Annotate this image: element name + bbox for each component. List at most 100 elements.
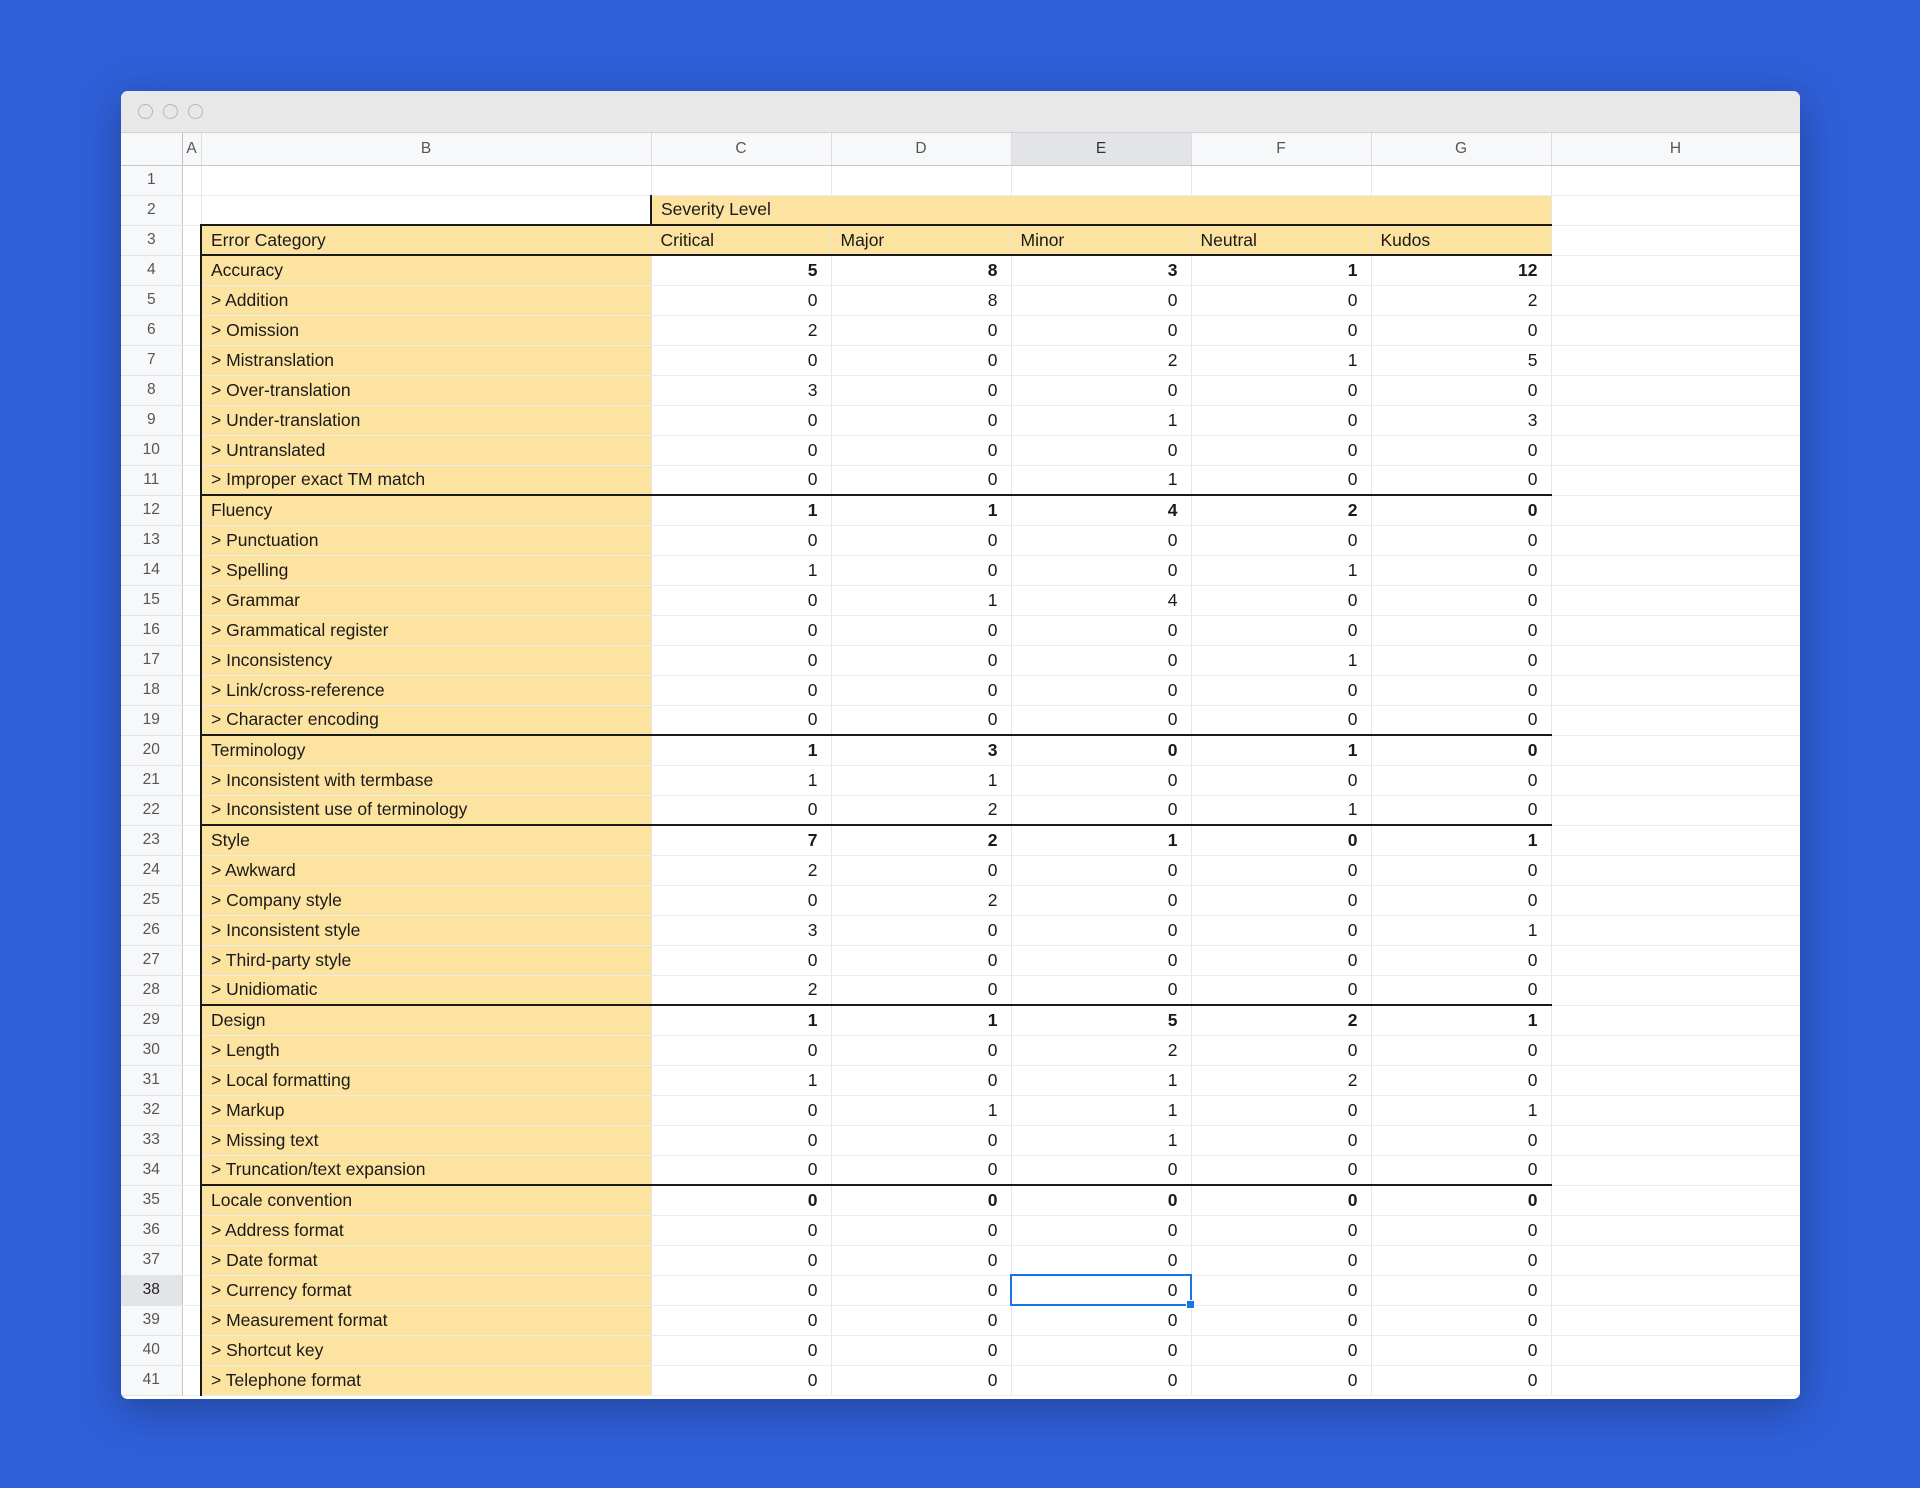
cell-G33[interactable]: 0: [1371, 1125, 1552, 1156]
cell-D17[interactable]: 0: [831, 645, 1012, 676]
column-header-D[interactable]: D: [831, 133, 1012, 166]
row-header-16[interactable]: 16: [121, 615, 183, 646]
cell-B11-label[interactable]: > Improper exact TM match: [200, 465, 652, 496]
cell-H36[interactable]: [1551, 1215, 1800, 1246]
cell-F32[interactable]: 0: [1191, 1095, 1372, 1126]
cell-H30[interactable]: [1551, 1035, 1800, 1066]
cell-A13[interactable]: [182, 525, 202, 556]
cell-A1[interactable]: [182, 165, 202, 196]
cell-G32[interactable]: 1: [1371, 1095, 1552, 1126]
cell-F16[interactable]: 0: [1191, 615, 1372, 646]
cell-C1[interactable]: [651, 165, 832, 196]
cell-B1[interactable]: [201, 165, 652, 196]
row-header-30[interactable]: 30: [121, 1035, 183, 1066]
cell-A36[interactable]: [182, 1215, 202, 1246]
cell-D35[interactable]: 0: [831, 1184, 1012, 1216]
column-header-E[interactable]: E: [1011, 133, 1192, 166]
cell-E38[interactable]: 0: [1011, 1275, 1192, 1306]
row-header-21[interactable]: 21: [121, 765, 183, 796]
cell-B13-label[interactable]: > Punctuation: [200, 525, 652, 556]
cell-G27[interactable]: 0: [1371, 945, 1552, 976]
minimize-icon[interactable]: [163, 104, 178, 119]
cell-H6[interactable]: [1551, 315, 1800, 346]
cell-H39[interactable]: [1551, 1305, 1800, 1336]
cell-D33[interactable]: 0: [831, 1125, 1012, 1156]
cell-D3-severity-major[interactable]: Major: [831, 224, 1012, 256]
cell-A27[interactable]: [182, 945, 202, 976]
cell-E19[interactable]: 0: [1011, 705, 1192, 736]
cell-D31[interactable]: 0: [831, 1065, 1012, 1096]
cell-A17[interactable]: [182, 645, 202, 676]
cell-C10[interactable]: 0: [651, 435, 832, 466]
cell-E20[interactable]: 0: [1011, 734, 1192, 766]
cell-H20[interactable]: [1551, 735, 1800, 766]
cell-F22[interactable]: 1: [1191, 795, 1372, 826]
row-header-26[interactable]: 26: [121, 915, 183, 946]
cell-E24[interactable]: 0: [1011, 855, 1192, 886]
cell-H18[interactable]: [1551, 675, 1800, 706]
cell-H21[interactable]: [1551, 765, 1800, 796]
cell-H2[interactable]: [1551, 195, 1800, 226]
cell-C28[interactable]: 2: [651, 975, 832, 1006]
cell-H38[interactable]: [1551, 1275, 1800, 1306]
cell-B34-label[interactable]: > Truncation/text expansion: [200, 1155, 652, 1186]
cell-D37[interactable]: 0: [831, 1245, 1012, 1276]
cell-A6[interactable]: [182, 315, 202, 346]
cell-E9[interactable]: 1: [1011, 405, 1192, 436]
cell-F3-severity-neutral[interactable]: Neutral: [1191, 224, 1372, 256]
cell-B32-label[interactable]: > Markup: [200, 1095, 652, 1126]
row-header-15[interactable]: 15: [121, 585, 183, 616]
cell-F5[interactable]: 0: [1191, 285, 1372, 316]
cell-B12-label[interactable]: Fluency: [200, 494, 652, 526]
cell-F15[interactable]: 0: [1191, 585, 1372, 616]
row-header-35[interactable]: 35: [121, 1185, 183, 1216]
cell-H13[interactable]: [1551, 525, 1800, 556]
cell-F31[interactable]: 2: [1191, 1065, 1372, 1096]
row-header-39[interactable]: 39: [121, 1305, 183, 1336]
cell-F36[interactable]: 0: [1191, 1215, 1372, 1246]
row-header-13[interactable]: 13: [121, 525, 183, 556]
cell-G25[interactable]: 0: [1371, 885, 1552, 916]
row-header-29[interactable]: 29: [121, 1005, 183, 1036]
row-header-9[interactable]: 9: [121, 405, 183, 436]
cell-C35[interactable]: 0: [651, 1184, 832, 1216]
cell-F20[interactable]: 1: [1191, 734, 1372, 766]
cell-G39[interactable]: 0: [1371, 1305, 1552, 1336]
cell-H22[interactable]: [1551, 795, 1800, 826]
cell-E12[interactable]: 4: [1011, 494, 1192, 526]
cell-G9[interactable]: 3: [1371, 405, 1552, 436]
cell-F11[interactable]: 0: [1191, 465, 1372, 496]
cell-D29[interactable]: 1: [831, 1004, 1012, 1036]
cell-C38[interactable]: 0: [651, 1275, 832, 1306]
cell-D6[interactable]: 0: [831, 315, 1012, 346]
cell-B33-label[interactable]: > Missing text: [200, 1125, 652, 1156]
cell-G8[interactable]: 0: [1371, 375, 1552, 406]
cell-H35[interactable]: [1551, 1185, 1800, 1216]
cell-G1[interactable]: [1371, 165, 1552, 196]
cell-F29[interactable]: 2: [1191, 1004, 1372, 1036]
cell-D14[interactable]: 0: [831, 555, 1012, 586]
cell-H23[interactable]: [1551, 825, 1800, 856]
cell-D39[interactable]: 0: [831, 1305, 1012, 1336]
cell-D18[interactable]: 0: [831, 675, 1012, 706]
cell-A25[interactable]: [182, 885, 202, 916]
cell-C6[interactable]: 2: [651, 315, 832, 346]
cell-A21[interactable]: [182, 765, 202, 796]
cell-G34[interactable]: 0: [1371, 1155, 1552, 1186]
cell-C36[interactable]: 0: [651, 1215, 832, 1246]
cell-F25[interactable]: 0: [1191, 885, 1372, 916]
cell-B2[interactable]: [201, 195, 652, 226]
cell-G41[interactable]: 0: [1371, 1365, 1552, 1396]
cell-G6[interactable]: 0: [1371, 315, 1552, 346]
spreadsheet-grid-area[interactable]: A B C D E F G H 1 2 Severity Level 3 Error C…: [121, 133, 1800, 1399]
cell-A23[interactable]: [182, 825, 202, 856]
cell-F39[interactable]: 0: [1191, 1305, 1372, 1336]
cell-B28-label[interactable]: > Unidiomatic: [200, 975, 652, 1006]
cell-A29[interactable]: [182, 1005, 202, 1036]
cell-H4[interactable]: [1551, 255, 1800, 286]
cell-A14[interactable]: [182, 555, 202, 586]
maximize-icon[interactable]: [188, 104, 203, 119]
cell-C40[interactable]: 0: [651, 1335, 832, 1366]
cell-E41[interactable]: 0: [1011, 1365, 1192, 1396]
cell-D34[interactable]: 0: [831, 1155, 1012, 1186]
